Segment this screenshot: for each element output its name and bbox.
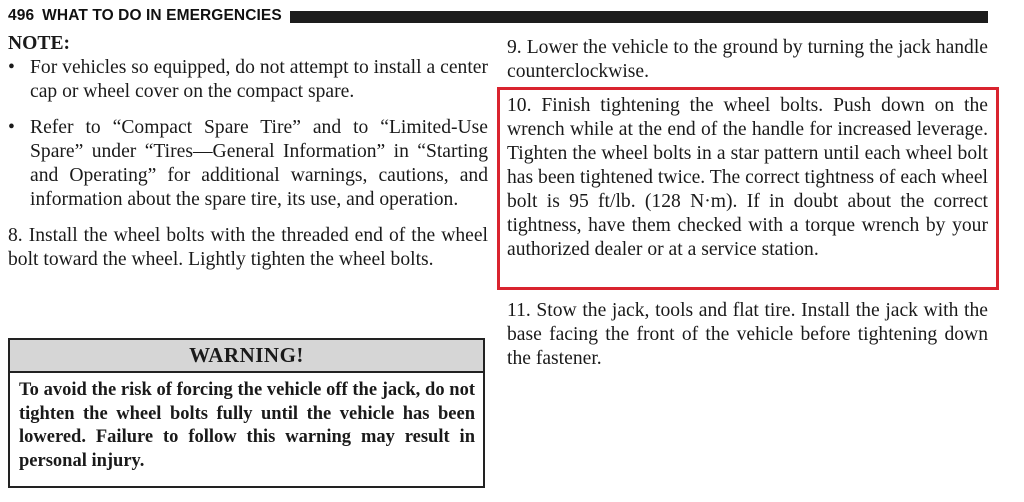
step-8: 8. Install the wheel bolts with the thre… bbox=[8, 225, 488, 270]
note-bullet-text: For vehicles so equipped, do not attempt… bbox=[30, 57, 488, 102]
header-rule-bar bbox=[289, 10, 988, 23]
page-number: 496 bbox=[8, 7, 35, 24]
note-bullet: • For vehicles so equipped, do not attem… bbox=[8, 56, 488, 104]
section-title: WHAT TO DO IN EMERGENCIES bbox=[42, 7, 282, 24]
warning-box: WARNING! To avoid the risk of forcing th… bbox=[8, 338, 485, 488]
step-11-block: 11. Stow the jack, tools and flat tire. … bbox=[507, 299, 988, 371]
bullet-dot-icon: • bbox=[8, 57, 15, 78]
header-text: 496 WHAT TO DO IN EMERGENCIES bbox=[8, 7, 282, 25]
left-column: NOTE: • For vehicles so equipped, do not… bbox=[8, 32, 488, 272]
note-bullet: • Refer to “Compact Spare Tire” and to “… bbox=[8, 116, 488, 212]
note-title: NOTE: bbox=[8, 33, 71, 54]
step-9: 9. Lower the vehicle to the ground by tu… bbox=[507, 37, 988, 82]
step-11: 11. Stow the jack, tools and flat tire. … bbox=[507, 300, 988, 369]
bullet-dot-icon: • bbox=[8, 117, 15, 138]
warning-body: To avoid the risk of forcing the vehicle… bbox=[19, 380, 475, 471]
step-9-block: 9. Lower the vehicle to the ground by tu… bbox=[507, 36, 988, 84]
warning-title: WARNING! bbox=[10, 340, 483, 373]
step-10-block: 10. Finish tightening the wheel bolts. P… bbox=[507, 94, 988, 262]
page-header: 496 WHAT TO DO IN EMERGENCIES bbox=[8, 6, 988, 26]
step-10: 10. Finish tightening the wheel bolts. P… bbox=[507, 95, 988, 260]
note-bullet-text: Refer to “Compact Spare Tire” and to “Li… bbox=[30, 117, 488, 210]
